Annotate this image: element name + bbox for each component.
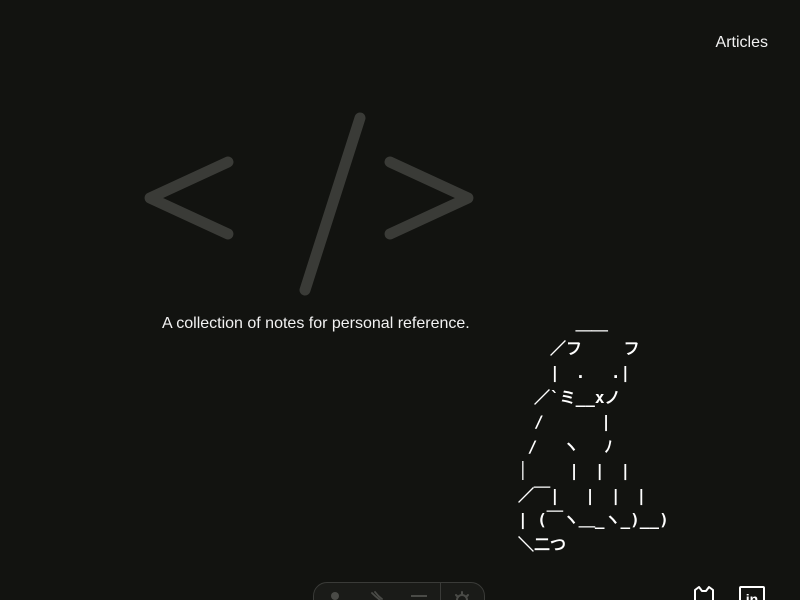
ascii-cat-art: ＿＿ ／フ フ | . .| ／`ミ__xノ / | / ヽ ﾉ │ | | |… (518, 314, 669, 554)
slash (299, 112, 366, 296)
left-angle-bracket (144, 156, 234, 240)
page: Articles A collection of notes for perso… (0, 0, 800, 600)
toolbar-menu-button[interactable] (398, 583, 440, 600)
person-icon (331, 592, 339, 600)
rabbit-icon (371, 591, 383, 600)
tagline: A collection of notes for personal refer… (162, 315, 470, 332)
nav-articles-link[interactable]: Articles (716, 34, 768, 52)
toolbar-settings-button[interactable] (440, 583, 482, 600)
settings-icon (454, 591, 469, 600)
github-icon[interactable] (690, 584, 718, 600)
toolbar-person-button[interactable] (314, 583, 356, 600)
linkedin-icon[interactable]: in (738, 584, 766, 600)
right-angle-bracket (384, 156, 474, 240)
toolbar-rabbit-button[interactable] (356, 583, 398, 600)
linkedin-icon-text: in (746, 591, 758, 600)
menu-icon (411, 595, 427, 597)
bottom-toolbar (313, 582, 485, 600)
code-brackets-icon (144, 112, 474, 296)
